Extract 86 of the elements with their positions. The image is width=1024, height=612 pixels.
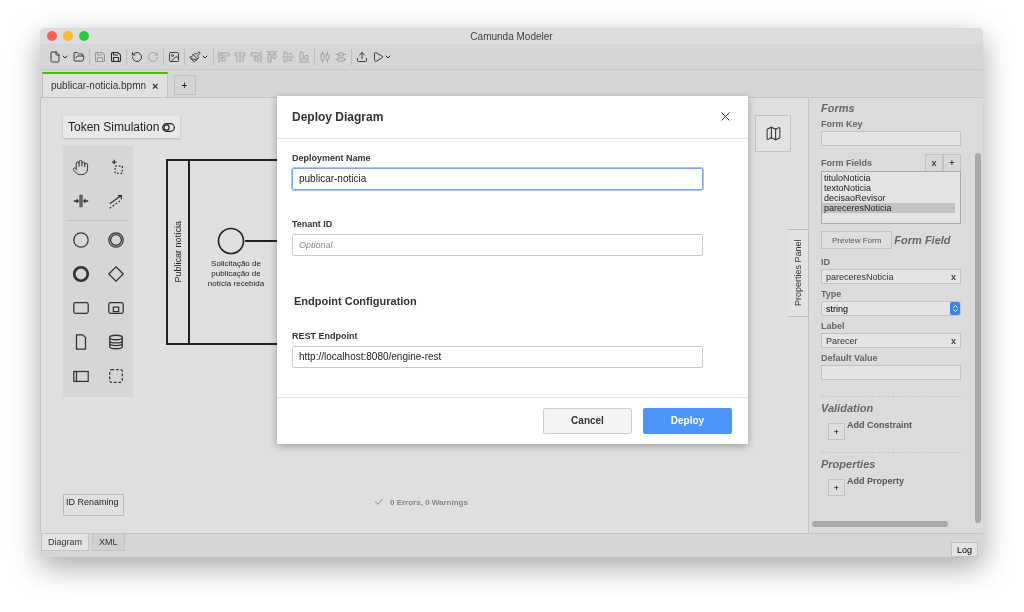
dialog-title: Deploy Diagram <box>292 109 384 124</box>
add-constraint-button[interactable]: + <box>828 423 845 440</box>
upload-icon <box>356 50 368 63</box>
tab-close[interactable]: × <box>152 79 159 92</box>
align-right-icon <box>250 50 262 63</box>
endpoint-field[interactable]: http://localhost:8080/engine-rest <box>292 345 703 368</box>
toolbar-button[interactable] <box>131 50 143 63</box>
log-button[interactable]: Log <box>950 542 978 557</box>
map-icon <box>764 125 782 142</box>
remove-field-button[interactable]: x <box>925 154 943 171</box>
redo-icon <box>147 50 159 63</box>
minimap-button[interactable] <box>755 115 791 152</box>
toolbar-button[interactable] <box>49 50 69 63</box>
play-icon <box>372 50 384 63</box>
section-title: Properties <box>821 458 877 470</box>
section-title: Validation <box>821 402 875 414</box>
chevrons-icon <box>950 302 960 315</box>
file-tab[interactable]: publicar-noticia.bpmn × <box>42 72 168 97</box>
add-property-button[interactable]: + <box>828 479 845 496</box>
text-field[interactable]: Optional <box>292 233 703 256</box>
field-label: Form Key <box>821 119 864 129</box>
section-title: Form Field <box>894 234 951 246</box>
field-label: Label <box>821 321 846 331</box>
field-label: Form Fields <box>821 158 872 168</box>
field-label: Deployment Name <box>292 152 372 163</box>
preview-form-button[interactable]: Preview Form <box>821 231 893 249</box>
close-window-icon[interactable] <box>47 31 57 41</box>
add-constraint-label: Add Constraint <box>847 420 912 430</box>
field-label: ID <box>821 257 831 267</box>
field-label: Default Value <box>821 353 879 363</box>
token-simulation-button[interactable]: Token Simulation <box>63 116 181 138</box>
id-field[interactable]: pareceresNoticia x <box>821 269 961 284</box>
list-item[interactable]: textoNoticia <box>822 183 955 193</box>
form-key-field[interactable] <box>821 131 961 146</box>
toggle-icon <box>162 122 176 132</box>
view-tab[interactable]: Diagram <box>41 534 89 551</box>
add-field-button[interactable]: + <box>943 154 961 171</box>
id-renaming-button[interactable]: ID Renaming <box>63 494 124 516</box>
clear-button[interactable]: x <box>951 335 956 346</box>
label-field[interactable]: Parecer x <box>821 333 961 348</box>
toolbar-button[interactable] <box>168 50 180 63</box>
image-icon <box>168 50 180 63</box>
check-icon <box>374 497 384 507</box>
list-item[interactable]: pareceresNoticia <box>822 203 955 213</box>
pool-label: Publicar notícia <box>173 221 183 283</box>
align-middle-icon <box>282 50 294 63</box>
cancel-button[interactable]: Cancel <box>543 407 632 434</box>
scrollbar[interactable] <box>975 153 981 523</box>
section-title: Endpoint Configuration <box>294 294 418 307</box>
event-label: Solicitação de publicação de notícia recebida <box>206 259 266 289</box>
start-event <box>217 227 245 255</box>
tab-label: publicar-noticia.bpmn <box>51 80 147 91</box>
align-left-icon <box>218 50 230 63</box>
add-property-label: Add Property <box>847 476 904 486</box>
clear-button[interactable]: x <box>951 271 956 282</box>
toolbar-button[interactable] <box>73 50 85 63</box>
paintbrush-icon <box>189 50 201 63</box>
status-text: 0 Errors, 0 Warnings <box>390 497 468 507</box>
field-label: Type <box>821 289 843 299</box>
field-label: Tenant ID <box>292 218 334 229</box>
toolbar-button[interactable] <box>356 50 368 63</box>
align-top-icon <box>266 50 278 63</box>
section-title: Forms <box>821 102 856 114</box>
type-select[interactable]: string <box>821 301 961 316</box>
text-field[interactable]: publicar-noticia <box>292 167 703 190</box>
save-icon <box>94 50 106 63</box>
add-tab-button[interactable]: + <box>173 75 196 95</box>
window-title: Camunda Modeler <box>469 30 554 42</box>
toolbar-button[interactable] <box>189 50 209 63</box>
distribute-icon <box>335 50 347 63</box>
folder-icon <box>73 50 85 63</box>
default-value-field[interactable] <box>821 365 961 380</box>
toolbar-button[interactable] <box>110 50 122 63</box>
toolbar-button[interactable] <box>372 50 392 63</box>
view-tab[interactable]: XML <box>92 534 125 551</box>
list-item[interactable]: decisaoRevisor <box>822 193 955 203</box>
new-file-icon <box>49 50 61 63</box>
distribute-icon <box>319 50 331 63</box>
scrollbar[interactable] <box>812 521 948 527</box>
align-bottom-icon <box>298 50 310 63</box>
align-center-icon <box>234 50 246 63</box>
save-icon <box>110 50 122 63</box>
field-label: REST Endpoint <box>292 330 359 341</box>
properties-panel-tab[interactable]: Properties Panel <box>787 229 809 317</box>
undo-icon <box>131 50 143 63</box>
list-item[interactable]: tituloNoticia <box>822 173 955 183</box>
